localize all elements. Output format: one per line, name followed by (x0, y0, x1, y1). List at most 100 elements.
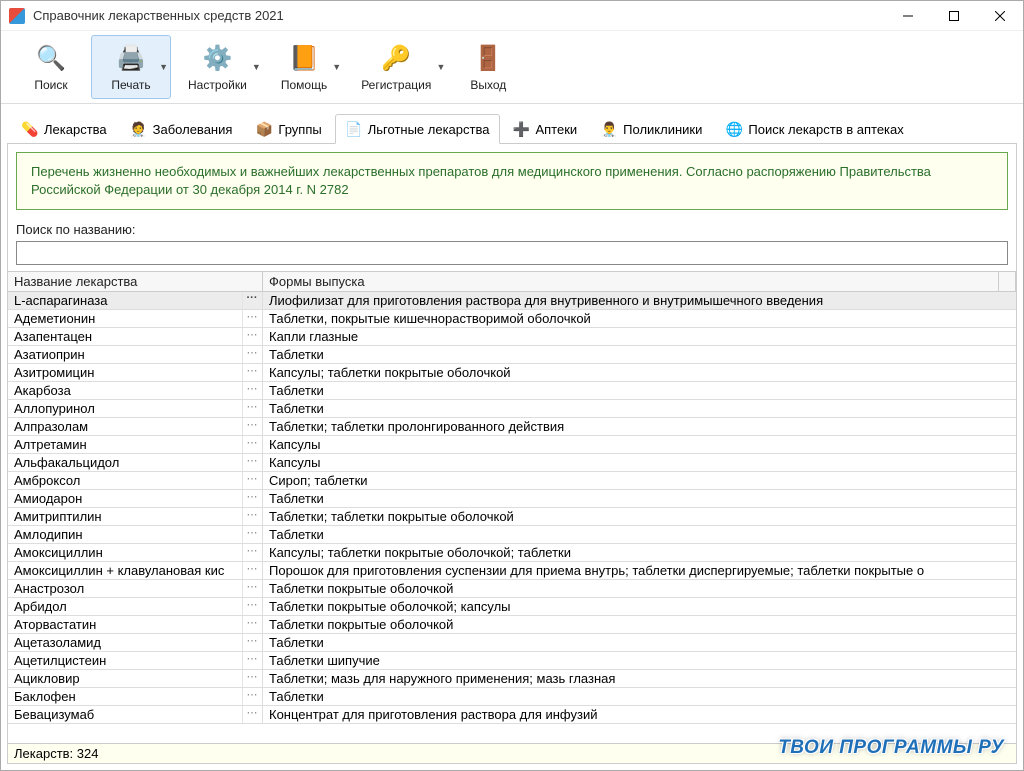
table-row[interactable]: АмиодаронТаблетки (8, 490, 1016, 508)
column-header-name[interactable]: Название лекарства (8, 272, 263, 291)
toolbar-помощь[interactable]: 📙 Помощь ▼ (264, 35, 344, 99)
cell-form: Таблетки покрытые оболочкой (263, 580, 1016, 597)
cell-form: Порошок для приготовления суспензии для … (263, 562, 1016, 579)
cell-name: Аллопуринол (8, 400, 263, 417)
table-row[interactable]: АмлодипинТаблетки (8, 526, 1016, 544)
cell-name: Амброксол (8, 472, 263, 489)
table-row[interactable]: АторвастатинТаблетки покрытые оболочкой (8, 616, 1016, 634)
tab-0[interactable]: 💊 Лекарства (11, 114, 118, 143)
cell-form: Таблетки (263, 490, 1016, 507)
table-row[interactable]: АзапентаценКапли глазные (8, 328, 1016, 346)
tab-icon: 📄 (346, 121, 362, 137)
info-banner: Перечень жизненно необходимых и важнейши… (16, 152, 1008, 210)
cell-name: Арбидол (8, 598, 263, 615)
table-row[interactable]: АмитриптилинТаблетки; таблетки покрытые … (8, 508, 1016, 526)
toolbar-item-label: Регистрация (361, 78, 431, 92)
tab-label: Заболевания (153, 122, 233, 137)
toolbar-печать[interactable]: 🖨️ Печать ▼ (91, 35, 171, 99)
table-row[interactable]: АзитромицинКапсулы; таблетки покрытые об… (8, 364, 1016, 382)
toolbar-выход[interactable]: 🚪 Выход (448, 35, 528, 99)
table-row[interactable]: БаклофенТаблетки (8, 688, 1016, 706)
tab-4[interactable]: ➕ Аптеки (502, 114, 588, 143)
tab-icon: 🧑‍⚕️ (131, 121, 147, 137)
table-row[interactable]: АрбидолТаблетки покрытые оболочкой; капс… (8, 598, 1016, 616)
table-row[interactable]: АлпразоламТаблетки; таблетки пролонгиров… (8, 418, 1016, 436)
cell-form: Капсулы (263, 436, 1016, 453)
cell-name: Акарбоза (8, 382, 263, 399)
cell-form: Капсулы; таблетки покрытые оболочкой (263, 364, 1016, 381)
tab-label: Аптеки (535, 122, 577, 137)
window-title: Справочник лекарственных средств 2021 (33, 8, 885, 23)
search-input[interactable] (16, 241, 1008, 265)
toolbar-item-label: Выход (470, 78, 506, 92)
grid-body[interactable]: L-аспарагиназаЛиофилизат для приготовлен… (8, 292, 1016, 743)
tab-3[interactable]: 📄 Льготные лекарства (335, 114, 501, 144)
cell-form: Таблетки шипучие (263, 652, 1016, 669)
content-area: Перечень жизненно необходимых и важнейши… (7, 144, 1017, 764)
toolbar-регистрация[interactable]: 🔑 Регистрация ▼ (344, 35, 448, 99)
cell-name: Алпразолам (8, 418, 263, 435)
tab-strip: 💊 Лекарства 🧑‍⚕️ Заболевания 📦Группы 📄 Льготны… (7, 110, 1017, 144)
table-row[interactable]: АмброксолСироп; таблетки (8, 472, 1016, 490)
tab-label: Лекарства (44, 122, 107, 137)
tab-icon: 🌐 (726, 121, 742, 137)
table-row[interactable]: АмоксициллинКапсулы; таблетки покрытые о… (8, 544, 1016, 562)
table-row[interactable]: L-аспарагиназаЛиофилизат для приготовлен… (8, 292, 1016, 310)
search-label: Поиск по названию: (16, 222, 1008, 237)
cell-name: Анастрозол (8, 580, 263, 597)
toolbar-item-label: Печать (111, 78, 150, 92)
tab-icon: ➕ (513, 121, 529, 137)
toolbar-item-label: Помощь (281, 78, 327, 92)
table-row[interactable]: АдеметионинТаблетки, покрытые кишечнорас… (8, 310, 1016, 328)
table-row[interactable]: АцикловирТаблетки; мазь для наружного пр… (8, 670, 1016, 688)
настройки-icon: ⚙️ (201, 42, 233, 74)
tab-icon: 💊 (22, 121, 38, 137)
tab-label: Группы (278, 122, 321, 137)
cell-form: Концентрат для приготовления раствора дл… (263, 706, 1016, 723)
cell-form: Таблетки; мазь для наружного применения;… (263, 670, 1016, 687)
cell-name: Альфакальцидол (8, 454, 263, 471)
cell-form: Таблетки покрытые оболочкой; капсулы (263, 598, 1016, 615)
table-row[interactable]: АцетазоламидТаблетки (8, 634, 1016, 652)
tab-1[interactable]: 🧑‍⚕️ Заболевания (120, 114, 244, 143)
close-button[interactable] (977, 1, 1023, 30)
status-bar: Лекарств: 324 (8, 743, 1016, 763)
table-row[interactable]: АзатиопринТаблетки (8, 346, 1016, 364)
column-header-form[interactable]: Формы выпуска (263, 272, 999, 291)
toolbar-поиск[interactable]: 🔍 Поиск (11, 35, 91, 99)
cell-form: Таблетки (263, 346, 1016, 363)
tab-5[interactable]: 👨‍⚕️Поликлиники (590, 114, 713, 143)
grid-header: Название лекарства Формы выпуска (8, 271, 1016, 292)
tab-6[interactable]: 🌐 Поиск лекарств в аптеках (715, 114, 914, 143)
app-window: Справочник лекарственных средств 2021 🔍 … (0, 0, 1024, 771)
tab-2[interactable]: 📦Группы (245, 114, 332, 143)
cell-name: Амоксициллин (8, 544, 263, 561)
medicine-grid: Название лекарства Формы выпуска L-аспар… (8, 271, 1016, 763)
table-row[interactable]: АцетилцистеинТаблетки шипучие (8, 652, 1016, 670)
table-row[interactable]: АнастрозолТаблетки покрытые оболочкой (8, 580, 1016, 598)
toolbar-настройки[interactable]: ⚙️ Настройки ▼ (171, 35, 264, 99)
cell-name: Ацетилцистеин (8, 652, 263, 669)
table-row[interactable]: АльфакальцидолКапсулы (8, 454, 1016, 472)
cell-name: Амитриптилин (8, 508, 263, 525)
app-icon (9, 8, 25, 24)
dropdown-arrow-icon: ▼ (252, 62, 261, 72)
cell-form: Таблетки (263, 526, 1016, 543)
cell-name: Аторвастатин (8, 616, 263, 633)
table-row[interactable]: БевацизумабКонцентрат для приготовления … (8, 706, 1016, 724)
table-row[interactable]: АкарбозаТаблетки (8, 382, 1016, 400)
cell-form: Сироп; таблетки (263, 472, 1016, 489)
помощь-icon: 📙 (288, 42, 320, 74)
maximize-button[interactable] (931, 1, 977, 30)
tab-label: Льготные лекарства (368, 122, 490, 137)
cell-form: Капсулы (263, 454, 1016, 471)
table-row[interactable]: АллопуринолТаблетки (8, 400, 1016, 418)
table-row[interactable]: АлтретаминКапсулы (8, 436, 1016, 454)
table-row[interactable]: Амоксициллин + клавулановая кисПорошок д… (8, 562, 1016, 580)
tab-label: Поликлиники (623, 122, 702, 137)
tab-label: Поиск лекарств в аптеках (748, 122, 903, 137)
cell-name: Баклофен (8, 688, 263, 705)
dropdown-arrow-icon: ▼ (436, 62, 445, 72)
dropdown-arrow-icon: ▼ (332, 62, 341, 72)
minimize-button[interactable] (885, 1, 931, 30)
